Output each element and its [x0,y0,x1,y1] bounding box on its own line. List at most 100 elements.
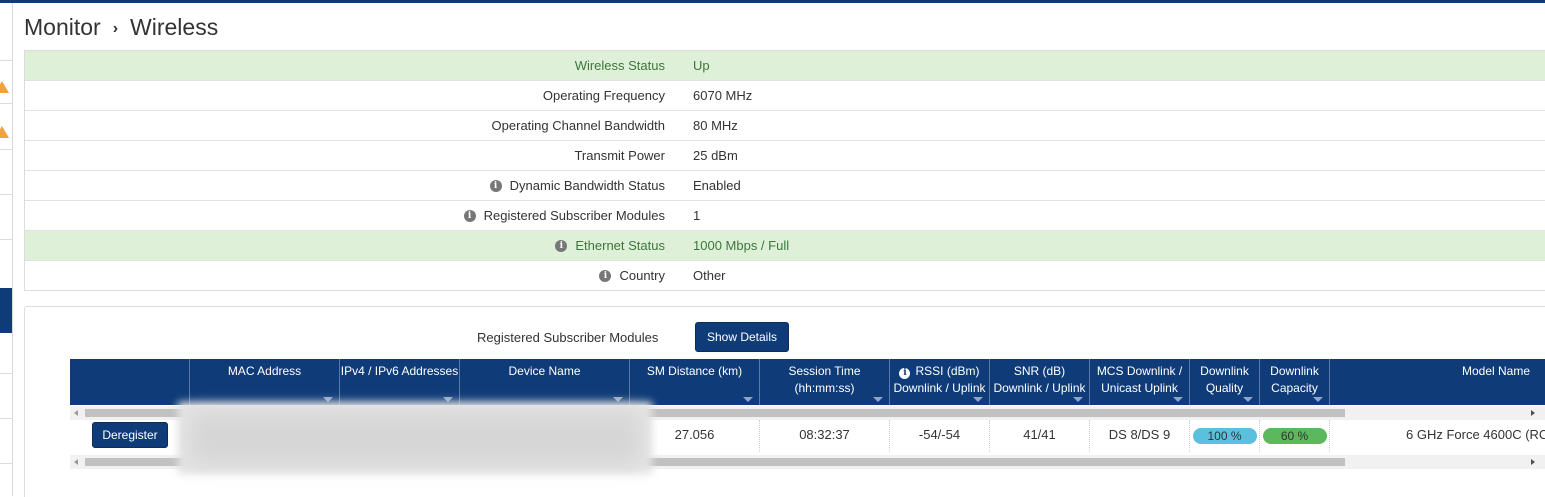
sort-caret-icon[interactable] [743,397,753,402]
status-row: Transmit Power 25 dBm [25,141,1545,171]
status-label: Registered Subscriber Modules [483,208,665,223]
actions-cell: Deregister [70,420,190,452]
column-header-label: Model Name [1461,364,1530,378]
sidebar-divider [0,373,12,374]
chevron-right-icon: › [112,19,119,37]
sidebar-divider [0,194,12,195]
status-row: i Ethernet Status 1000 Mbps / Full [25,231,1545,261]
session-time-col-header[interactable]: Session Time (hh:mm:ss) [760,359,890,405]
status-row: i Registered Subscriber Modules 1 [25,201,1545,231]
status-row: i Country Other [25,261,1545,290]
status-label-cell: Transmit Power [25,148,665,163]
status-value: Up [693,58,710,73]
sidebar-divider [0,463,12,464]
column-header-label: Downlink [1270,364,1319,378]
info-icon[interactable]: i [489,179,502,192]
session-time-cell: 08:32:37 [760,420,890,452]
status-row: Wireless Status Up [25,51,1545,81]
scroll-left-icon[interactable] [74,410,78,416]
status-value: 6070 MHz [693,88,753,103]
sidebar [0,3,13,496]
column-header-sublabel: Downlink / Uplink [993,381,1086,395]
device-name-col-header[interactable]: Device Name [460,359,630,405]
status-label: Operating Frequency [542,88,665,103]
breadcrumb-section[interactable]: Monitor [24,14,101,41]
status-label-cell: i Registered Subscriber Modules [25,208,665,223]
status-label: Dynamic Bandwidth Status [509,178,665,193]
status-value: Other [693,268,726,283]
status-label: Ethernet Status [575,238,665,253]
scroll-right-icon[interactable] [1531,410,1535,416]
status-value: 1000 Mbps / Full [693,238,790,253]
quality-col-header[interactable]: Downlink Quality [1190,359,1260,405]
status-label-cell: Operating Channel Bandwidth [25,118,665,133]
column-header-label: SM Distance (km) [646,364,743,378]
snr-col-header[interactable]: SNR (dB) Downlink / Uplink [990,359,1090,405]
column-header-sublabel: Downlink / Uplink [893,381,986,395]
status-label-cell: i Dynamic Bandwidth Status [25,178,665,193]
info-icon[interactable]: i [463,209,476,222]
column-header-sublabel: (hh:mm:ss) [794,381,855,395]
status-value: Enabled [693,178,741,193]
sort-caret-icon[interactable] [1173,397,1183,402]
status-label-cell: i Country [25,268,665,283]
status-row: Operating Channel Bandwidth 80 MHz [25,111,1545,141]
warning-icon[interactable] [0,126,9,138]
quality-cell: 100 % [1190,420,1260,452]
rssi-cell: -54/-54 [890,420,990,452]
info-icon[interactable]: i [899,368,911,379]
column-header-label: Downlink [1200,364,1249,378]
column-header-label: IPv4 / IPv6 Addresses [340,364,459,378]
column-header-label: MCS Downlink / [1096,364,1183,378]
wireless-status-table: Wireless Status Up Operating Frequency 6070… [24,50,1545,291]
capacity-badge: 60 % [1262,428,1327,444]
quality-badge: 100 % [1192,428,1257,444]
info-icon[interactable]: i [555,239,568,252]
column-header-label: Session Time [788,364,861,378]
scroll-left-icon[interactable] [74,459,78,465]
breadcrumb: Monitor › Wireless [24,14,218,41]
column-header-sublabel: Quality [1205,381,1244,395]
mcs-col-header[interactable]: MCS Downlink / Unicast Uplink [1090,359,1190,405]
status-label: Wireless Status [574,58,665,73]
mac-col-header[interactable]: MAC Address [190,359,340,405]
actions-col-header[interactable] [70,359,190,405]
distance-col-header[interactable]: SM Distance (km) [630,359,760,405]
capacity-col-header[interactable]: Downlink Capacity [1260,359,1330,405]
modules-grid-header: MAC Address IPv4 / IPv6 Addresses Device N… [70,359,1545,405]
sort-caret-icon[interactable] [1243,397,1253,402]
mcs-cell: DS 8/DS 9 [1090,420,1190,452]
sidebar-divider [0,149,12,150]
capacity-cell: 60 % [1260,420,1330,452]
status-value: 1 [693,208,701,223]
show-details-button[interactable]: Show Details [695,322,789,352]
sort-caret-icon[interactable] [1313,397,1323,402]
info-icon[interactable]: i [599,269,612,282]
warning-icon[interactable] [0,81,9,93]
registered-modules-label: Registered Subscriber Modules [477,330,659,345]
top-accent-bar [0,0,1545,3]
deregister-button[interactable]: Deregister [92,422,168,448]
model-cell: 6 GHz Force 4600C (RC [1406,427,1545,442]
sidebar-item-active[interactable] [0,288,12,333]
column-header-label: Device Name [508,364,581,378]
sidebar-divider [0,418,12,419]
sort-caret-icon[interactable] [973,397,983,402]
status-row: Operating Frequency 6070 MHz [25,81,1545,111]
status-label-cell: Wireless Status [25,58,665,73]
sort-caret-icon[interactable] [1073,397,1083,402]
status-label: Country [619,268,665,283]
page-title: Wireless [130,14,219,40]
ip-col-header[interactable]: IPv4 / IPv6 Addresses [340,359,460,405]
snr-cell: 41/41 [990,420,1090,452]
rssi-col-header[interactable]: i RSSI (dBm) Downlink / Uplink [890,359,990,405]
status-label: Transmit Power [574,148,665,163]
scroll-right-icon[interactable] [1531,459,1535,465]
sidebar-divider [0,60,12,61]
model-col-header[interactable]: Model Name [1330,359,1545,405]
sidebar-divider [0,103,12,104]
column-header-label: RSSI (dBm) [915,364,980,378]
column-header-label: MAC Address [227,364,302,378]
sort-caret-icon[interactable] [873,397,883,402]
status-label-cell: i Ethernet Status [25,238,665,253]
